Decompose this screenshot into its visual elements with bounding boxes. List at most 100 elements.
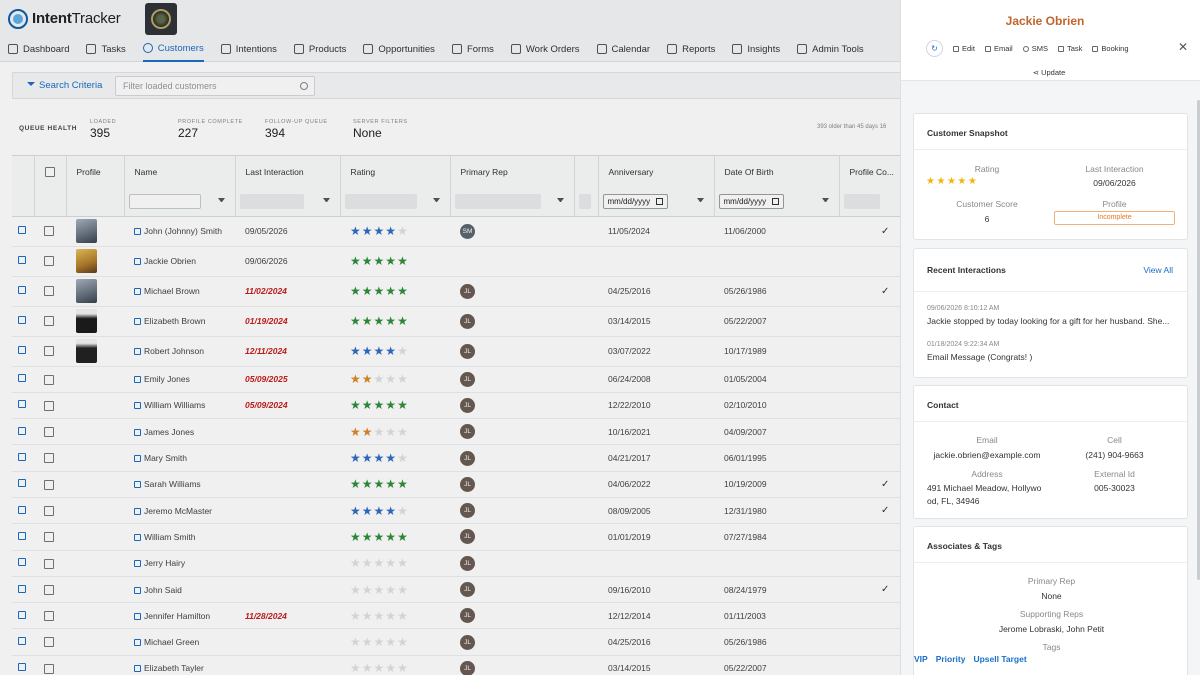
- nav-calendar[interactable]: Calendar: [596, 37, 650, 62]
- star-icon[interactable]: ★: [374, 451, 386, 465]
- rep-avatar[interactable]: JL: [460, 343, 475, 359]
- star-icon[interactable]: ★: [385, 477, 397, 491]
- customer-name[interactable]: Jerry Hairy: [144, 558, 185, 568]
- star-icon[interactable]: ★: [362, 583, 374, 597]
- row-checkbox[interactable]: [44, 558, 54, 569]
- header-rating[interactable]: Rating: [340, 156, 451, 188]
- filter-icon[interactable]: [322, 198, 330, 205]
- customer-name[interactable]: Emily Jones: [144, 374, 190, 384]
- table-row[interactable]: Sarah Williams ★★★★★ JL 04/06/2022 10/19/200…: [12, 471, 902, 498]
- star-icon[interactable]: ★: [385, 224, 397, 238]
- row-checkbox[interactable]: [44, 316, 54, 327]
- calendar-icon[interactable]: [772, 198, 780, 206]
- external-link-icon[interactable]: [134, 533, 141, 541]
- star-icon[interactable]: ★: [350, 556, 362, 570]
- table-row[interactable]: William Williams 05/09/2024 ★★★★★ JL 12/22/2…: [12, 392, 902, 420]
- external-link-icon[interactable]: [134, 402, 141, 410]
- name-cell[interactable]: Elizabeth Tayler: [124, 655, 235, 675]
- star-icon[interactable]: ★: [397, 477, 409, 491]
- star-icon[interactable]: ★: [374, 530, 386, 544]
- edit-icon[interactable]: [18, 584, 26, 593]
- edit-icon[interactable]: [18, 479, 26, 488]
- anniversary-filter-input[interactable]: mm/dd/yyyy: [602, 194, 669, 210]
- edit-icon[interactable]: [18, 505, 26, 514]
- star-icon[interactable]: ★: [350, 583, 362, 597]
- edit-icon[interactable]: [18, 346, 26, 354]
- star-icon[interactable]: ★: [350, 398, 362, 412]
- star-icon[interactable]: ★: [374, 344, 386, 358]
- edit-icon[interactable]: [18, 531, 26, 540]
- star-icon[interactable]: ★: [397, 344, 409, 358]
- star-icon[interactable]: ★: [397, 635, 409, 649]
- cell-value[interactable]: (241) 904-9663: [1054, 450, 1175, 460]
- external-link-icon[interactable]: [134, 288, 141, 295]
- row-checkbox[interactable]: [44, 611, 54, 622]
- nav-tasks[interactable]: Tasks: [86, 37, 126, 62]
- email-value[interactable]: jackie.obrien@example.com: [914, 450, 1060, 460]
- external-link-icon[interactable]: [134, 228, 141, 235]
- external-link-icon[interactable]: [134, 481, 141, 489]
- name-cell[interactable]: Michael Green: [124, 628, 235, 656]
- edit-icon[interactable]: [18, 637, 26, 646]
- star-icon[interactable]: ★: [362, 530, 374, 544]
- header-profile-complete[interactable]: Profile Co...: [839, 156, 902, 188]
- table-row[interactable]: Jeremo McMaster ★★★★★ JL 08/09/2005 12/31/19…: [12, 497, 902, 525]
- customer-name[interactable]: Jennifer Hamilton: [144, 611, 210, 621]
- filter-icon[interactable]: [696, 198, 704, 205]
- external-link-icon[interactable]: [134, 428, 141, 436]
- primary-rep-filter-input[interactable]: [454, 194, 541, 210]
- row-checkbox[interactable]: [44, 663, 54, 674]
- star-icon[interactable]: ★: [385, 609, 397, 623]
- star-icon[interactable]: ★: [362, 635, 374, 649]
- star-icon[interactable]: ★: [374, 398, 386, 412]
- external-link-icon[interactable]: [134, 376, 141, 384]
- star-icon[interactable]: ★: [397, 556, 409, 570]
- customer-name[interactable]: James Jones: [144, 427, 194, 437]
- name-cell[interactable]: John (Johnny) Smith: [124, 216, 235, 247]
- star-icon[interactable]: ★: [374, 635, 386, 649]
- filter-icon[interactable]: [556, 198, 564, 205]
- nav-work-orders[interactable]: Work Orders: [510, 37, 580, 62]
- star-icon[interactable]: ★: [350, 530, 362, 544]
- view-all-link[interactable]: View All: [1143, 265, 1173, 275]
- star-icon[interactable]: ★: [397, 661, 409, 675]
- external-link-icon[interactable]: [134, 258, 141, 265]
- row-checkbox[interactable]: [44, 637, 54, 648]
- rep-avatar[interactable]: JL: [460, 555, 475, 571]
- star-icon[interactable]: ★: [350, 609, 362, 623]
- rep-avatar[interactable]: JL: [460, 371, 475, 387]
- external-link-icon[interactable]: [134, 612, 141, 620]
- header-date-of-birth[interactable]: Date Of Birth: [714, 156, 840, 188]
- external-link-icon[interactable]: [134, 560, 141, 568]
- header-anniversary[interactable]: Anniversary: [598, 156, 715, 188]
- rep-avatar[interactable]: JL: [460, 283, 475, 299]
- search-input[interactable]: [123, 81, 293, 91]
- customer-name[interactable]: William Smith: [144, 532, 195, 542]
- tag-chip[interactable]: VIP: [914, 654, 928, 664]
- rep-avatar[interactable]: JL: [460, 503, 475, 519]
- star-icon[interactable]: ★: [350, 254, 362, 268]
- filter-icon[interactable]: [821, 198, 829, 205]
- star-icon[interactable]: ★: [374, 583, 386, 597]
- name-cell[interactable]: Robert Johnson: [124, 336, 235, 367]
- customer-name[interactable]: Elizabeth Tayler: [144, 663, 204, 673]
- table-row[interactable]: Jerry Hairy ★★★★★ JL: [12, 550, 902, 577]
- name-cell[interactable]: Jackie Obrien: [124, 246, 235, 277]
- star-icon[interactable]: ★: [385, 451, 397, 465]
- row-checkbox[interactable]: [44, 346, 54, 357]
- edit-icon[interactable]: [18, 426, 26, 435]
- edit-icon[interactable]: [18, 558, 26, 567]
- booking-button[interactable]: Booking: [1092, 44, 1129, 53]
- customer-name[interactable]: Michael Green: [144, 637, 199, 647]
- interaction-item[interactable]: 01/18/2024 9:22:34 AM Email Message (Con…: [927, 341, 1179, 362]
- rating-filter-input[interactable]: [344, 194, 417, 210]
- customer-name[interactable]: John Said: [144, 585, 182, 595]
- star-icon[interactable]: ★: [397, 398, 409, 412]
- name-cell[interactable]: Mary Smith: [124, 444, 235, 472]
- star-icon[interactable]: ★: [385, 635, 397, 649]
- star-icon[interactable]: ★: [374, 504, 386, 518]
- rep-avatar[interactable]: JL: [460, 313, 475, 329]
- star-icon[interactable]: ★: [350, 451, 362, 465]
- external-link-icon[interactable]: [134, 455, 141, 463]
- star-icon[interactable]: ★: [374, 254, 386, 268]
